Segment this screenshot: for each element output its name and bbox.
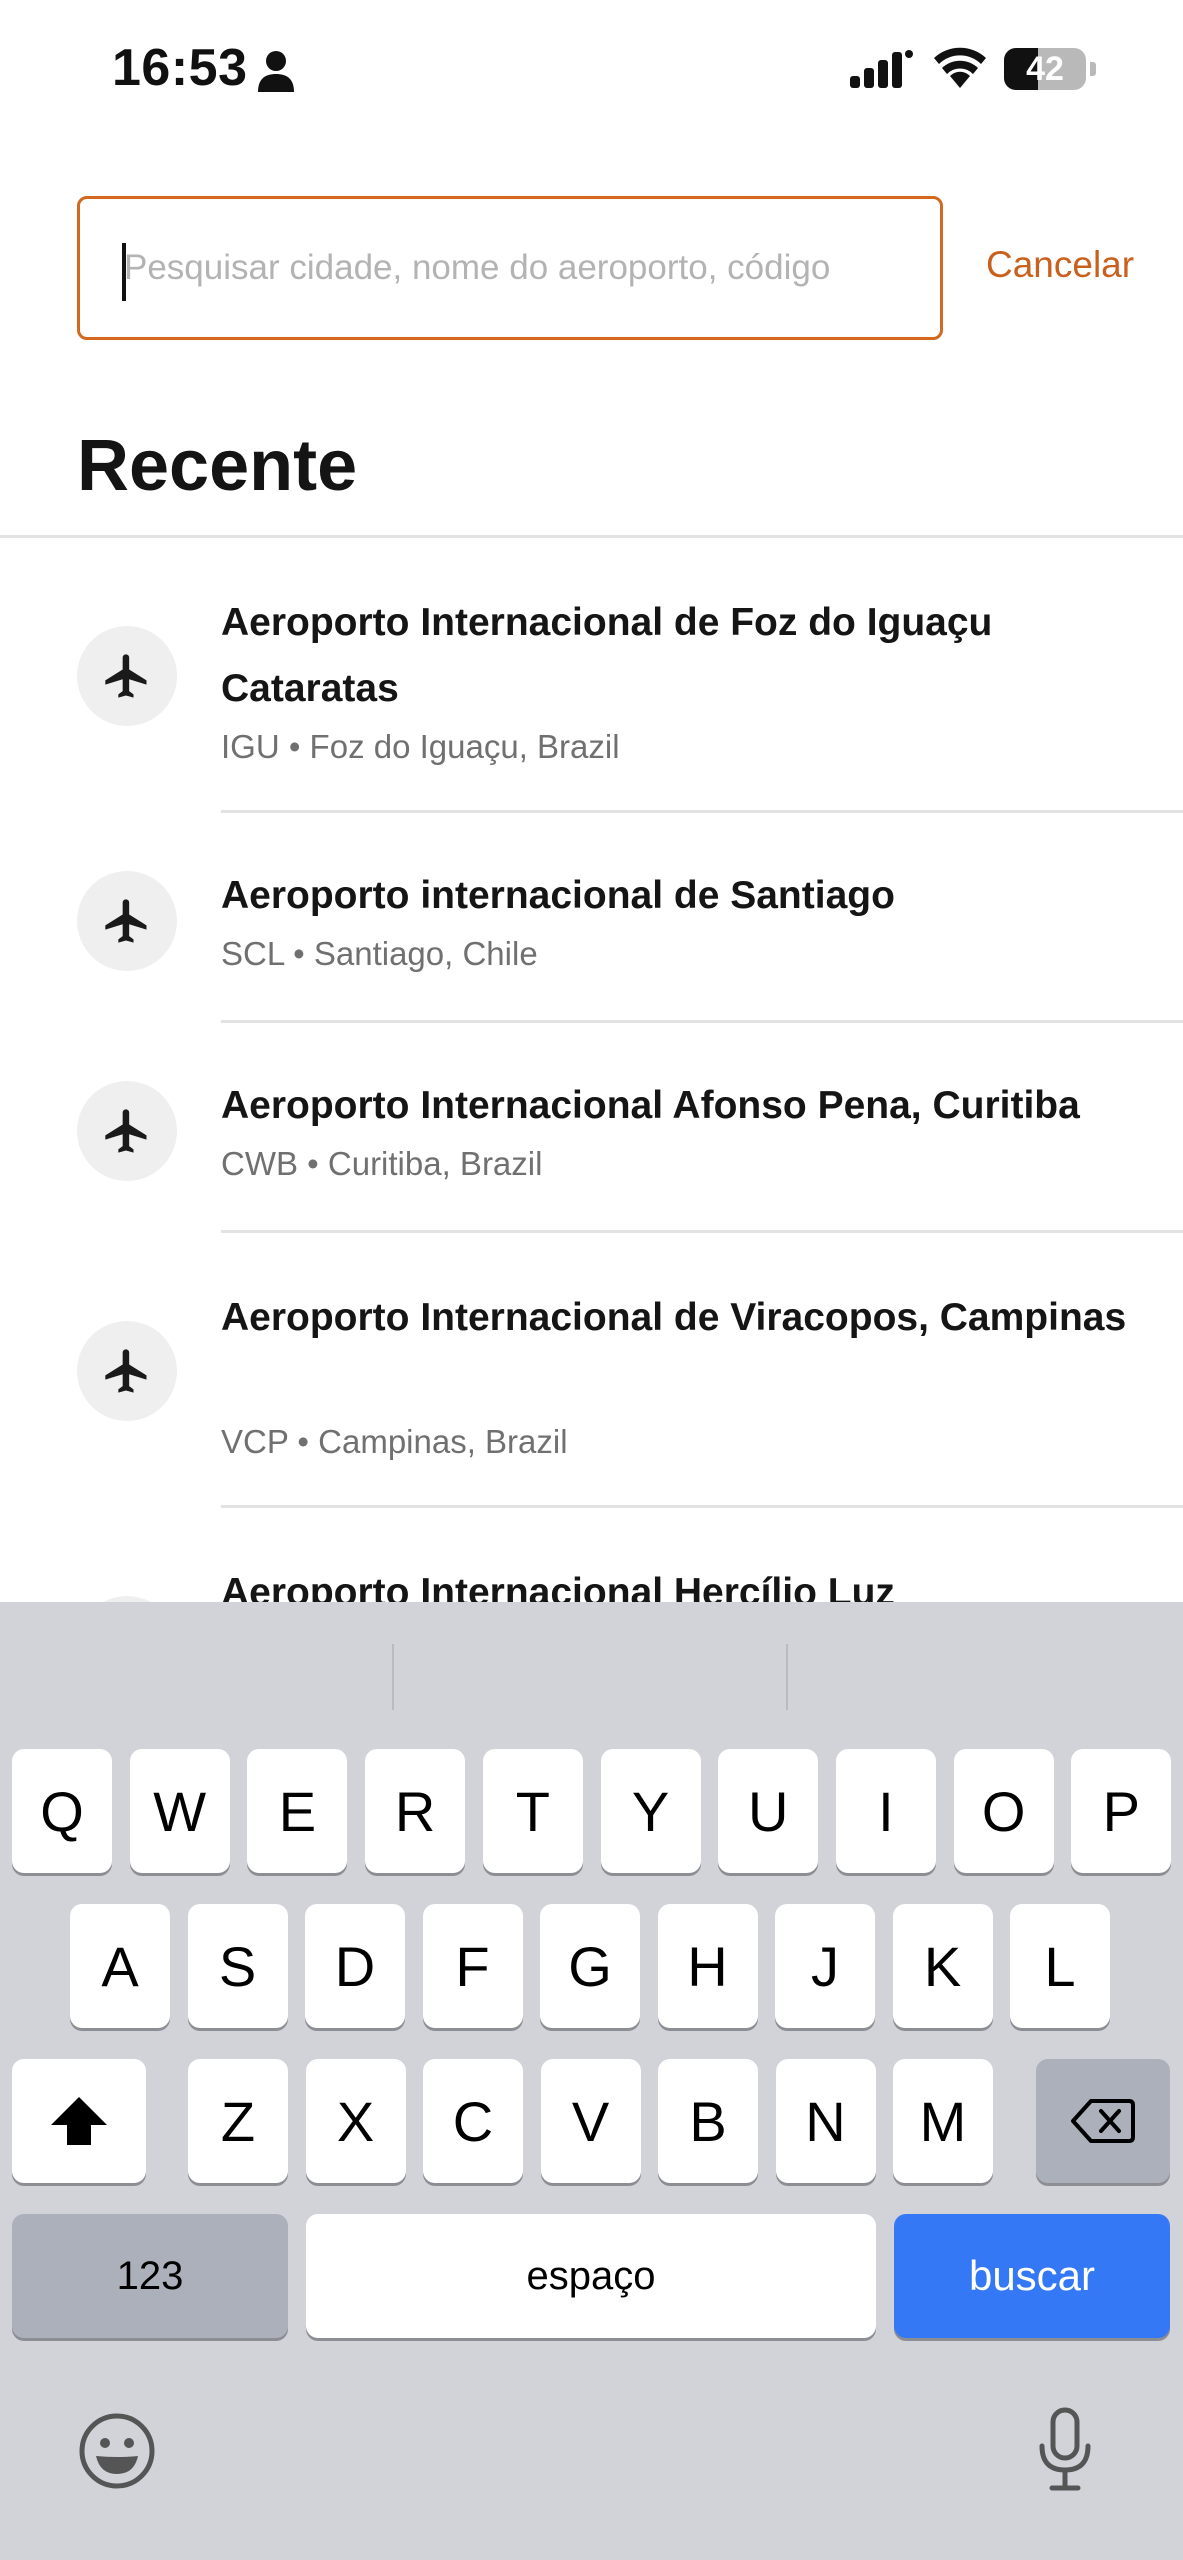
key-u[interactable]: U (718, 1749, 819, 1873)
key-a[interactable]: A (70, 1904, 170, 2028)
list-item[interactable]: Aeroporto Internacional de Foz do Iguaçu… (0, 538, 1183, 813)
on-screen-keyboard: QWERTYUIOP ASDFGHJKL ZXCVBNM 123 espaço … (0, 1602, 1183, 2560)
delete-key[interactable] (1036, 2059, 1170, 2183)
airport-name: Aeroporto Internacional Afonso Pena, Cur… (221, 1084, 1080, 1127)
key-p[interactable]: P (1071, 1749, 1172, 1873)
key-w[interactable]: W (129, 1749, 230, 1873)
key-o[interactable]: O (953, 1749, 1054, 1873)
airport-name: Aeroporto Internacional Hercílio Luz (221, 1571, 895, 1602)
key-c[interactable]: C (423, 2059, 523, 2183)
airplane-icon (105, 899, 147, 943)
airplane-icon-container (77, 626, 177, 726)
shift-key[interactable] (12, 2059, 146, 2183)
key-f[interactable]: F (422, 1904, 523, 2028)
airplane-icon (105, 654, 147, 698)
battery-body: 42 (1004, 48, 1086, 90)
key-m[interactable]: M (893, 2059, 993, 2183)
emoji-icon[interactable] (78, 2412, 156, 2490)
key-g[interactable]: G (540, 1904, 640, 2028)
section-title-recent: Recente (77, 426, 358, 506)
airplane-icon-container (77, 871, 177, 971)
list-item[interactable]: Aeroporto Internacional Hercílio Luz (0, 1508, 1183, 1602)
cancel-button[interactable]: Cancelar (986, 244, 1134, 286)
search-return-key[interactable]: buscar (894, 2214, 1170, 2338)
suggestion-divider (392, 1644, 394, 1710)
shift-icon (51, 2097, 107, 2145)
key-t[interactable]: T (482, 1749, 583, 1873)
wifi-icon (934, 47, 986, 88)
key-j[interactable]: J (775, 1904, 875, 2028)
key-r[interactable]: R (365, 1749, 466, 1873)
key-i[interactable]: I (835, 1749, 936, 1873)
search-field[interactable] (77, 196, 943, 340)
key-q[interactable]: Q (12, 1749, 112, 1873)
airport-detail: IGU • Foz do Iguaçu, Brazil (221, 728, 620, 765)
airplane-icon (105, 1109, 147, 1153)
status-time: 16:53 (112, 39, 248, 97)
key-x[interactable]: X (305, 2059, 406, 2183)
suggestion-divider (786, 1644, 788, 1710)
person-icon (258, 51, 294, 92)
battery-level-text: 42 (1026, 50, 1064, 88)
space-key[interactable]: espaço (306, 2214, 876, 2338)
key-z[interactable]: Z (188, 2059, 288, 2183)
search-input[interactable] (124, 199, 924, 337)
list-item[interactable]: Aeroporto Internacional Afonso Pena, Cur… (0, 1023, 1183, 1233)
key-y[interactable]: Y (600, 1749, 701, 1873)
key-v[interactable]: V (540, 2059, 641, 2183)
airplane-icon-container (77, 1081, 177, 1181)
airport-name: Aeroporto internacional de Santiago (221, 874, 895, 917)
list-item[interactable]: Aeroporto internacional de Santiago SCL … (0, 813, 1183, 1023)
battery-indicator: 42 (1004, 48, 1096, 90)
numbers-key[interactable]: 123 (12, 2214, 288, 2338)
microphone-icon[interactable] (1036, 2406, 1094, 2492)
airplane-icon-container (77, 1321, 177, 1421)
key-d[interactable]: D (305, 1904, 405, 2028)
battery-cap (1090, 62, 1096, 76)
cellular-signal-icon (850, 50, 913, 88)
airplane-icon (105, 1349, 147, 1393)
key-s[interactable]: S (187, 1904, 288, 2028)
key-h[interactable]: H (657, 1904, 758, 2028)
airport-detail: CWB • Curitiba, Brazil (221, 1145, 543, 1182)
airport-name: Aeroporto Internacional de Foz do Iguaçu… (221, 601, 993, 710)
status-bar: 16:53 42 (0, 0, 1183, 140)
key-b[interactable]: B (658, 2059, 758, 2183)
airport-detail: SCL • Santiago, Chile (221, 935, 538, 972)
airport-name: Aeroporto Internacional de Viracopos, Ca… (221, 1296, 1127, 1339)
airport-detail: VCP • Campinas, Brazil (221, 1423, 568, 1460)
key-k[interactable]: K (892, 1904, 993, 2028)
backspace-icon (1071, 2099, 1135, 2143)
key-l[interactable]: L (1010, 1904, 1110, 2028)
list-item[interactable]: Aeroporto Internacional de Viracopos, Ca… (0, 1233, 1183, 1508)
recent-airports-list[interactable]: Aeroporto Internacional de Foz do Iguaçu… (0, 538, 1183, 1602)
key-n[interactable]: N (775, 2059, 876, 2183)
key-e[interactable]: E (247, 1749, 348, 1873)
